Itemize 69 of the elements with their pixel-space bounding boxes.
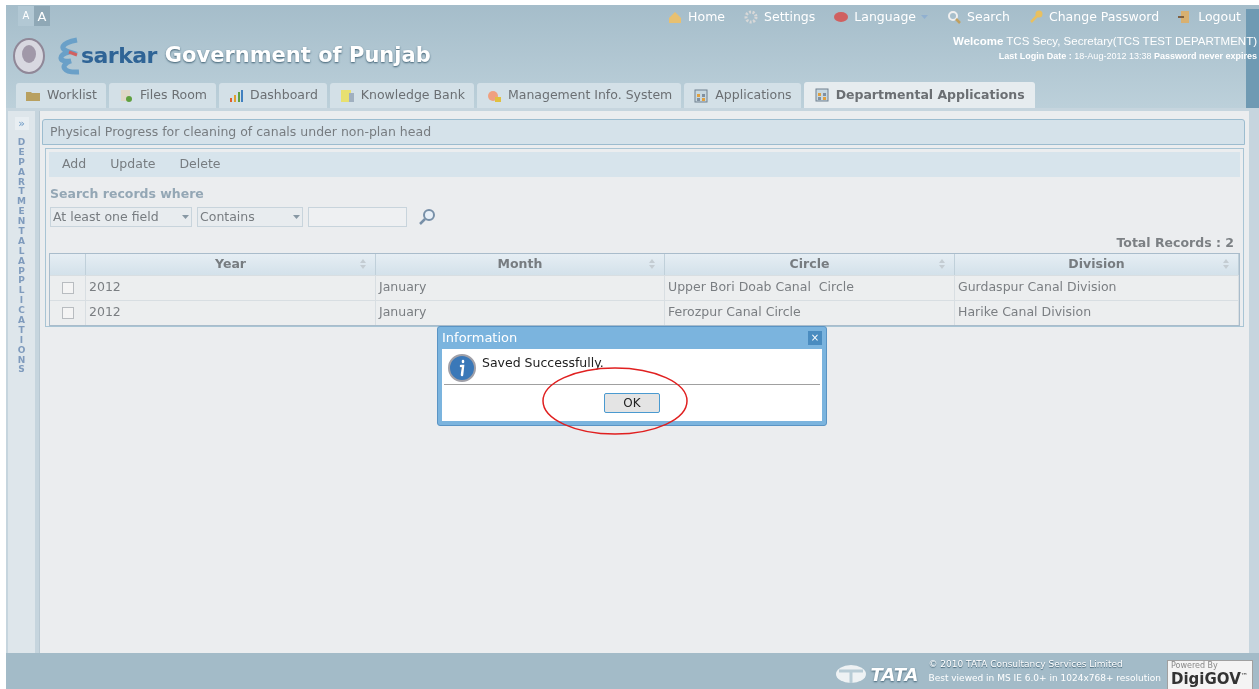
sort-icon <box>1222 258 1230 271</box>
caret-icon <box>182 215 189 219</box>
digigov-logo: DigiGOV <box>1171 671 1241 688</box>
nav-link[interactable]: Language <box>854 8 916 27</box>
column-header[interactable]: Year <box>86 253 376 275</box>
side-label: DEPARTMENTAL APPLICATIONS <box>17 138 26 376</box>
search-icon <box>946 9 962 26</box>
tata-logo: TATA <box>870 662 919 687</box>
sort-icon <box>648 258 656 271</box>
search-input[interactable] <box>308 207 407 227</box>
nav-tab[interactable]: Dashboard <box>219 83 327 108</box>
copyright-text: © 2010 TATA Consultancy Services Limited <box>928 658 1124 671</box>
browser-note: Best viewed in MS IE 6.0+ in 1024x768+ resolution <box>928 672 1161 685</box>
nav-tab[interactable]: Management Info. System <box>476 83 682 108</box>
ok-button[interactable]: OK <box>604 393 660 413</box>
table-cell-text: Gurdaspur Canal Division <box>958 278 1117 297</box>
nav-tab[interactable]: Departmental Applications <box>803 82 1035 108</box>
home-icon <box>667 9 684 26</box>
font-size-toggle[interactable]: A <box>18 6 34 26</box>
search-label: Search records where <box>50 186 204 201</box>
dialog-title: Information <box>442 329 518 348</box>
column-header[interactable]: Month <box>376 253 665 275</box>
close-button[interactable]: × <box>808 331 822 345</box>
nav-tab[interactable]: Applications <box>684 83 801 108</box>
table-cell-text: Upper Bori Doab Canal Circle <box>668 278 854 297</box>
nav-link[interactable]: Search <box>967 8 1010 27</box>
row-checkbox[interactable] <box>61 306 74 319</box>
files-icon <box>118 87 134 104</box>
nav-link[interactable]: Change Password <box>1048 8 1160 27</box>
site-title: Government of Punjab <box>164 41 431 69</box>
toolbar-button[interactable]: Delete <box>179 155 221 174</box>
nav-tab[interactable]: Knowledge Bank <box>329 83 474 108</box>
total-records: Total Records : 2 <box>1116 234 1234 252</box>
dialog-message: Saved Successfully. <box>482 354 604 372</box>
table-cell-text: 2012 <box>89 278 121 297</box>
field-select[interactable]: At least one field <box>50 207 192 227</box>
book-icon <box>338 87 355 104</box>
row-checkbox[interactable] <box>61 281 74 294</box>
nav-tab[interactable]: Files Room <box>109 83 216 108</box>
apps-icon <box>693 87 710 104</box>
chart-icon <box>228 87 244 104</box>
operator-select[interactable]: Contains <box>197 207 303 227</box>
toolbar-button[interactable]: Add <box>62 155 87 174</box>
nav-tab[interactable]: Worklist <box>16 83 106 108</box>
expand-button[interactable]: » <box>14 117 29 130</box>
sort-icon <box>938 258 946 271</box>
search-icon[interactable] <box>418 208 436 226</box>
nav-link[interactable]: Settings <box>764 8 816 27</box>
emblem-icon <box>13 37 45 74</box>
logo-wordmark: sarkar <box>81 42 157 70</box>
table-cell-text: Ferozpur Canal Circle <box>668 303 801 322</box>
column-header[interactable]: Division <box>955 253 1239 275</box>
info-icon <box>448 354 476 382</box>
caret-icon <box>293 215 300 219</box>
font-size-toggle[interactable]: A <box>34 6 50 26</box>
table-cell-text: 2012 <box>89 303 121 322</box>
powered-by-text: Powered By <box>1171 661 1219 671</box>
apps-icon <box>813 87 830 103</box>
table-cell-text: January <box>379 278 427 297</box>
settings-icon <box>743 9 760 26</box>
tata-emblem-icon <box>834 664 867 684</box>
nav-link[interactable]: Logout <box>1198 8 1241 27</box>
table-cell-text: Harike Canal Division <box>958 303 1092 322</box>
nav-link[interactable]: Home <box>688 8 726 27</box>
panel-title: Physical Progress for cleaning of canals under non-plan head <box>50 122 432 141</box>
sort-icon <box>359 258 367 271</box>
column-header[interactable]: Circle <box>665 253 955 275</box>
table-cell-text: January <box>379 303 427 322</box>
toolbar-button[interactable]: Update <box>110 155 156 174</box>
